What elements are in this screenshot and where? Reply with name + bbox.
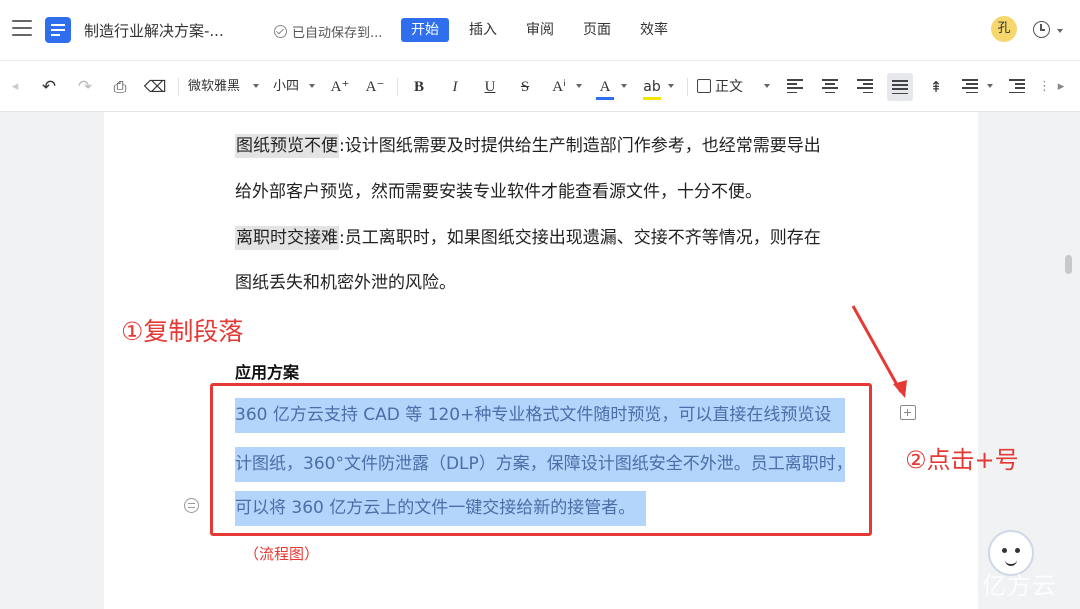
- highlighted-term: 离职时交接难: [235, 226, 339, 250]
- document-title[interactable]: 制造行业解决方案-...: [84, 20, 224, 41]
- font-family-select[interactable]: 微软雅黑: [188, 74, 248, 100]
- align-justify-icon: [892, 80, 908, 95]
- more-options-icon[interactable]: ⋮: [1038, 74, 1051, 100]
- user-avatar[interactable]: 孔: [991, 16, 1017, 42]
- chevron-down-icon: [309, 84, 315, 88]
- align-justify-button[interactable]: [887, 73, 913, 101]
- tab-review[interactable]: 审阅: [516, 18, 564, 42]
- chevron-down-icon: [1057, 29, 1063, 33]
- paragraph-handle-icon[interactable]: [184, 498, 199, 513]
- paragraph-line[interactable]: 图纸丢失和机密外泄的风险。: [235, 268, 456, 293]
- italic-button[interactable]: I: [443, 74, 467, 100]
- line-spacing-icon[interactable]: ⇞: [925, 74, 947, 100]
- align-center-icon[interactable]: [822, 79, 838, 94]
- highlight-color-button[interactable]: ab: [640, 74, 664, 100]
- tab-efficiency[interactable]: 效率: [630, 18, 678, 42]
- paragraph-style-select[interactable]: 正文: [697, 74, 757, 100]
- saved-check-icon: [274, 25, 287, 38]
- style-icon: [697, 79, 711, 93]
- list-indent-icon[interactable]: [962, 79, 978, 94]
- format-painter-icon[interactable]: ⎙: [108, 74, 132, 100]
- tab-page[interactable]: 页面: [573, 18, 621, 42]
- annotation-highlight-box: [210, 383, 872, 536]
- annotation-arrow-icon: [851, 305, 907, 398]
- title-bar: 制造行业解决方案-... 已自动保存到... 开始 插入 审阅 页面 效率 孔: [0, 0, 1080, 60]
- watermark: 亿方云: [982, 572, 1057, 600]
- chevron-down-icon: [621, 84, 627, 88]
- section-heading[interactable]: 应用方案: [235, 359, 299, 383]
- paragraph-text: :员工离职时，如果图纸交接出现遗漏、交接不齐等情况，则存在: [339, 228, 821, 248]
- chevron-down-icon: [253, 84, 259, 88]
- paragraph-line[interactable]: 给外部客户预览，然而需要安装专业软件才能查看源文件，十分不便。: [235, 177, 762, 202]
- menu-icon[interactable]: [12, 20, 32, 38]
- grow-font-button[interactable]: A⁺: [328, 74, 352, 100]
- align-left-icon[interactable]: [787, 79, 803, 94]
- document-logo-icon: [45, 17, 71, 43]
- font-size-select[interactable]: 小四: [273, 74, 309, 100]
- font-color-button[interactable]: A: [593, 74, 617, 100]
- formatting-toolbar: ◂ ↶ ↷ ⎙ ⌫ 微软雅黑 小四 A⁺ A⁻ B I U S Aⁱ A ab …: [0, 60, 1080, 112]
- vertical-scrollbar[interactable]: [1065, 255, 1072, 274]
- undo-icon[interactable]: ↶: [38, 74, 60, 100]
- chevron-down-icon: [987, 84, 993, 88]
- annotation-click-plus: ②点击+号: [905, 446, 1019, 474]
- outdent-icon[interactable]: [1009, 79, 1025, 94]
- tab-start[interactable]: 开始: [401, 18, 449, 42]
- underline-button[interactable]: U: [478, 74, 502, 100]
- shrink-font-button[interactable]: A⁻: [363, 74, 387, 100]
- chevron-down-icon: [576, 84, 582, 88]
- scroll-right-icon[interactable]: ▸: [1054, 74, 1068, 100]
- redo-icon[interactable]: ↷: [74, 74, 96, 100]
- superscript-icon[interactable]: Aⁱ: [547, 74, 571, 100]
- save-status-text: 已自动保存到...: [292, 26, 383, 41]
- bold-button[interactable]: B: [407, 74, 431, 100]
- chevron-down-icon: [764, 84, 770, 88]
- paragraph-text: :设计图纸需要及时提供给生产制造部门作参考，也经常需要导出: [339, 136, 821, 156]
- annotation-flowchart: （流程图）: [244, 545, 320, 563]
- annotation-copy-paragraph: ①复制段落: [121, 317, 244, 346]
- scroll-left-icon[interactable]: ◂: [8, 74, 22, 100]
- save-status: 已自动保存到...: [274, 22, 382, 41]
- strikethrough-button[interactable]: S: [513, 74, 537, 100]
- paragraph-line[interactable]: 离职时交接难:员工离职时，如果图纸交接出现遗漏、交接不齐等情况，则存在: [235, 223, 821, 250]
- tab-insert[interactable]: 插入: [459, 18, 507, 42]
- add-comment-plus-icon[interactable]: [900, 405, 916, 420]
- align-right-icon[interactable]: [857, 79, 873, 94]
- clear-format-icon[interactable]: ⌫: [143, 74, 167, 100]
- paragraph-line[interactable]: 图纸预览不便:设计图纸需要及时提供给生产制造部门作参考，也经常需要导出: [235, 131, 821, 158]
- chevron-down-icon: [668, 84, 674, 88]
- history-button[interactable]: [1033, 18, 1069, 42]
- highlighted-term: 图纸预览不便: [235, 134, 339, 158]
- style-label: 正文: [715, 79, 743, 95]
- clock-icon: [1033, 21, 1050, 38]
